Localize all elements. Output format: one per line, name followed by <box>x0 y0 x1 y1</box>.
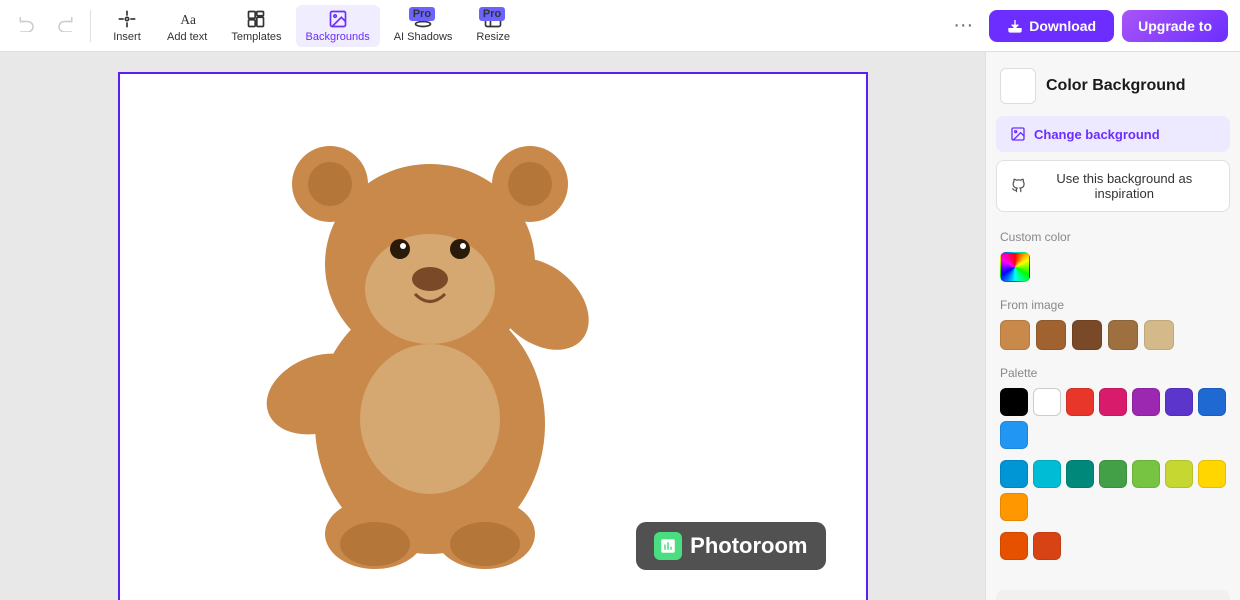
palette-swatch-r1-6[interactable] <box>1198 460 1226 488</box>
more-options-button[interactable]: ··· <box>945 10 981 41</box>
palette-swatch-r0-0[interactable] <box>1000 388 1028 416</box>
canvas-area[interactable]: Photoroom <box>0 52 985 600</box>
palette-swatch-r1-3[interactable] <box>1099 460 1127 488</box>
palette-swatch-r1-7[interactable] <box>1000 493 1028 521</box>
upgrade-button[interactable]: Upgrade to <box>1122 10 1228 42</box>
use-as-inspiration-button[interactable]: Use this background as inspiration <box>996 160 1230 212</box>
palette-swatch-r0-2[interactable] <box>1066 388 1094 416</box>
palette-row-2 <box>986 460 1240 527</box>
palette-row-3 <box>986 532 1240 566</box>
palette-swatch-r1-4[interactable] <box>1132 460 1160 488</box>
custom-color-row <box>986 252 1240 294</box>
from-image-color-1[interactable] <box>1036 320 1066 350</box>
palette-swatch-r1-0[interactable] <box>1000 460 1028 488</box>
undo-button[interactable] <box>12 10 42 41</box>
from-image-label: From image <box>986 294 1240 320</box>
panel-header: Color Background <box>986 52 1240 116</box>
panel-preview-box <box>1000 68 1036 104</box>
redo-button[interactable] <box>50 10 80 41</box>
palette-swatch-r0-1[interactable] <box>1033 388 1061 416</box>
backgrounds-button[interactable]: Backgrounds <box>296 5 380 47</box>
palette-swatch-r0-4[interactable] <box>1132 388 1160 416</box>
palette-swatch-r0-5[interactable] <box>1165 388 1193 416</box>
templates-button[interactable]: Templates <box>221 5 291 47</box>
ai-shadows-button[interactable]: Pro AI Shadows <box>384 5 463 47</box>
toolbar-divider <box>90 10 91 42</box>
from-image-color-3[interactable] <box>1108 320 1138 350</box>
palette-swatch-r2-0[interactable] <box>1000 532 1028 560</box>
palette-swatch-r2-1[interactable] <box>1033 532 1061 560</box>
add-text-button[interactable]: Aa Add text <box>157 5 217 47</box>
canvas-container: Photoroom <box>118 72 868 600</box>
canvas-inner: Photoroom <box>120 74 866 600</box>
palette-swatch-r1-5[interactable] <box>1165 460 1193 488</box>
main-content: Photoroom Color Background Change backgr… <box>0 52 1240 600</box>
palette-swatch-r0-7[interactable] <box>1000 421 1028 449</box>
svg-text:Aa: Aa <box>181 12 197 27</box>
palette-row-1 <box>986 388 1240 455</box>
erase-button[interactable]: Erase <box>996 590 1230 600</box>
palette-label: Palette <box>986 362 1240 388</box>
teddy-bear-image <box>230 84 630 584</box>
custom-color-swatch[interactable] <box>1000 252 1030 282</box>
custom-color-label: Custom color <box>986 226 1240 252</box>
palette-swatch-r0-3[interactable] <box>1099 388 1127 416</box>
watermark-icon <box>654 532 682 560</box>
resize-button[interactable]: Pro Resize <box>466 5 520 47</box>
toolbar-right: ··· Download Upgrade to <box>945 10 1228 42</box>
palette-swatch-r0-6[interactable] <box>1198 388 1226 416</box>
panel-title: Color Background <box>1046 77 1186 95</box>
right-panel: Color Background Change background Use t… <box>985 52 1240 600</box>
palette-swatch-r1-1[interactable] <box>1033 460 1061 488</box>
palette-swatch-r1-2[interactable] <box>1066 460 1094 488</box>
toolbar: Insert Aa Add text Templates Backgrounds… <box>0 0 1240 52</box>
toolbar-left <box>12 10 80 41</box>
watermark: Photoroom <box>636 522 825 570</box>
from-image-color-2[interactable] <box>1072 320 1102 350</box>
download-button[interactable]: Download <box>989 10 1114 42</box>
from-image-color-4[interactable] <box>1144 320 1174 350</box>
insert-button[interactable]: Insert <box>101 5 153 47</box>
change-background-button[interactable]: Change background <box>996 116 1230 152</box>
from-image-color-0[interactable] <box>1000 320 1030 350</box>
from-image-colors-row <box>986 320 1240 362</box>
